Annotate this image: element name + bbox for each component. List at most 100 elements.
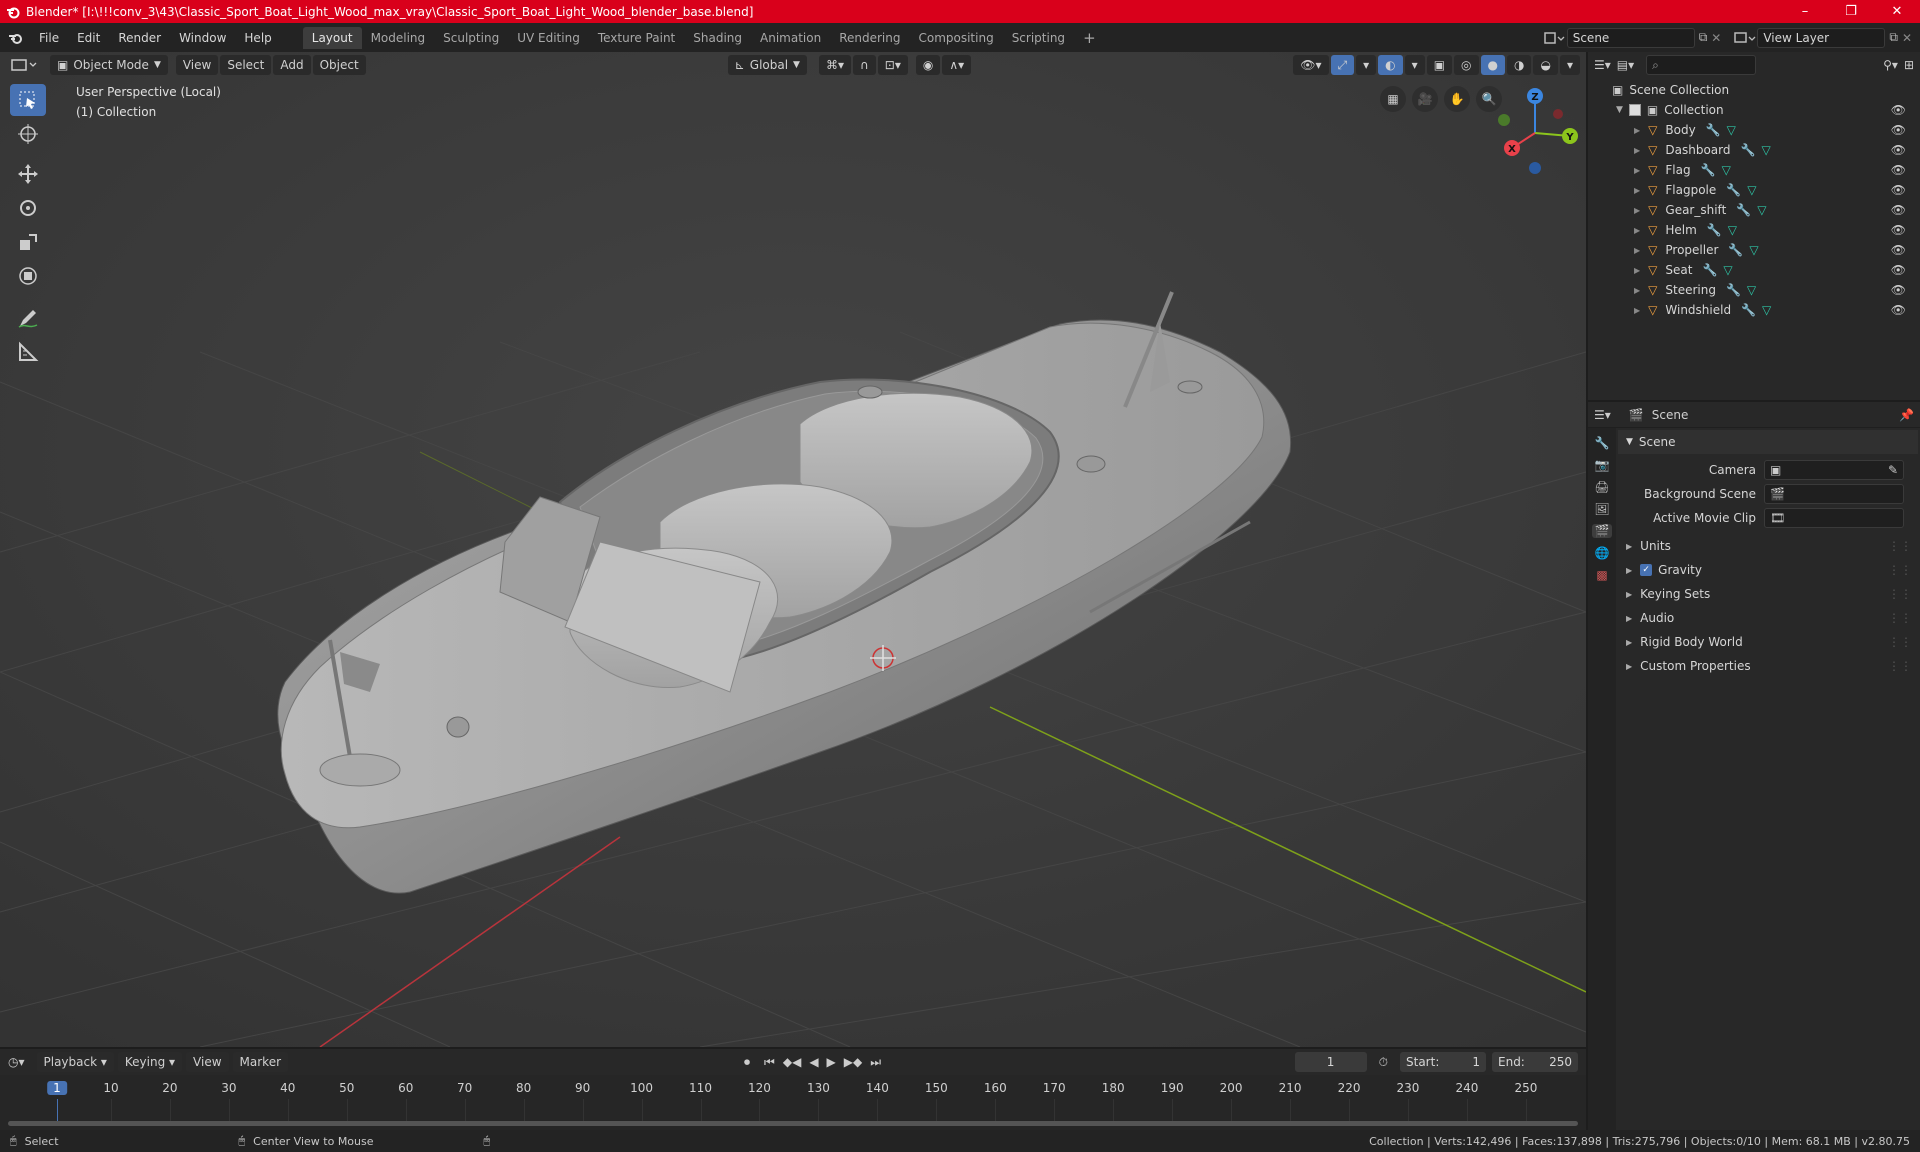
mesh-data-icon[interactable]: ▽ xyxy=(1761,143,1770,157)
measure-tool[interactable] xyxy=(10,336,46,368)
outliner-row-object[interactable]: ▶ ▽ Flag 🔧 ▽ 👁 xyxy=(1588,160,1920,180)
tab-texture-paint[interactable]: Texture Paint xyxy=(589,27,684,49)
play-icon[interactable]: ▶ xyxy=(827,1055,836,1069)
duplicate-scene-icon[interactable]: ⧉ xyxy=(1699,30,1708,45)
subpanel-header[interactable]: ▶ Rigid Body World ⋮⋮ xyxy=(1618,630,1918,654)
add-workspace-button[interactable]: + xyxy=(1074,27,1105,49)
preview-range-icon[interactable]: ⏱ xyxy=(1379,1055,1388,1070)
modifier-icon[interactable]: 🔧 xyxy=(1741,303,1756,317)
3d-viewport[interactable]: ▣ Object Mode ▼ View Select Add Object ⊾… xyxy=(0,52,1586,1047)
property-field[interactable]: 🎞 xyxy=(1764,508,1904,528)
navigation-gizmo[interactable]: Z Y X xyxy=(1490,88,1580,178)
tab-scripting[interactable]: Scripting xyxy=(1003,27,1074,49)
eye-icon[interactable]: 👁 xyxy=(1891,263,1906,277)
record-icon[interactable]: ⏺ xyxy=(744,1055,750,1070)
rotate-tool[interactable] xyxy=(10,192,46,224)
delete-scene-icon[interactable]: ✕ xyxy=(1711,31,1721,45)
overlay-toggle-icon[interactable]: ◐ xyxy=(1378,55,1403,75)
current-frame-field[interactable]: 1 xyxy=(1294,1052,1367,1072)
drag-handle-icon[interactable]: ⋮⋮ xyxy=(1888,587,1918,601)
eye-icon[interactable]: 👁 xyxy=(1891,103,1906,117)
timeline-menu-view[interactable]: View xyxy=(186,1052,229,1072)
menu-edit[interactable]: Edit xyxy=(68,27,109,49)
timeline-editor-type-icon[interactable]: ◷▾ xyxy=(8,1055,25,1069)
maximize-button[interactable]: ❐ xyxy=(1828,0,1874,23)
tool-tab-icon[interactable]: 🔧 xyxy=(1595,436,1610,450)
xray-icon[interactable]: ▣ xyxy=(1426,55,1453,75)
material-shading-icon[interactable]: ◑ xyxy=(1507,55,1532,75)
gizmo-dropdown-icon[interactable]: ▾ xyxy=(1356,55,1377,75)
modifier-icon[interactable]: 🔧 xyxy=(1726,183,1741,197)
subpanel-header[interactable]: ▶ Units ⋮⋮ xyxy=(1618,534,1918,558)
viewport-menu-view[interactable]: View xyxy=(175,55,219,75)
pivot-point-icon[interactable]: ⌘▾ xyxy=(818,55,851,75)
mesh-data-icon[interactable]: ▽ xyxy=(1722,163,1731,177)
property-field[interactable]: 🎬 xyxy=(1764,484,1904,504)
play-reverse-icon[interactable]: ◀ xyxy=(809,1055,818,1069)
mesh-data-icon[interactable]: ▽ xyxy=(1757,203,1766,217)
view-layer-icon[interactable] xyxy=(1731,29,1757,47)
expand-arrow-icon[interactable]: ▶ xyxy=(1634,206,1640,215)
expand-arrow-icon[interactable]: ▶ xyxy=(1634,306,1640,315)
snap-icon[interactable]: ∩ xyxy=(853,55,876,75)
visibility-icon[interactable]: 👁▾ xyxy=(1293,55,1329,75)
modifier-icon[interactable]: 🔧 xyxy=(1701,163,1716,177)
pin-icon[interactable]: 📌 xyxy=(1899,408,1914,422)
rendered-shading-icon[interactable]: ◒ xyxy=(1533,55,1558,75)
editor-type-icon[interactable] xyxy=(8,55,42,75)
outliner-editor-type-icon[interactable]: ☰▾ xyxy=(1594,58,1611,72)
drag-handle-icon[interactable]: ⋮⋮ xyxy=(1888,611,1918,625)
outliner[interactable]: ☰▾ ▤▾ ⌕ ⚲▾ ⊞ ▣ Scene Collection ▼ ▣ Coll… xyxy=(1588,52,1920,400)
modifier-icon[interactable]: 🔧 xyxy=(1706,123,1721,137)
expand-arrow-icon[interactable]: ▶ xyxy=(1634,126,1640,135)
transform-tool[interactable] xyxy=(10,260,46,292)
tab-uv-editing[interactable]: UV Editing xyxy=(508,27,589,49)
move-tool[interactable] xyxy=(10,158,46,190)
prev-keyframe-icon[interactable]: ◆◀ xyxy=(783,1055,801,1069)
minimize-button[interactable]: – xyxy=(1782,0,1828,23)
cursor-tool[interactable] xyxy=(10,118,46,150)
scene-panel-header[interactable]: ▼ Scene xyxy=(1618,430,1918,454)
drag-handle-icon[interactable]: ⋮⋮ xyxy=(1888,659,1918,673)
outliner-row-object[interactable]: ▶ ▽ Seat 🔧 ▽ 👁 xyxy=(1588,260,1920,280)
select-box-tool[interactable] xyxy=(10,84,46,116)
gravity-checkbox[interactable]: ✓ xyxy=(1640,564,1653,576)
camera-view-icon[interactable]: 🎥 xyxy=(1412,86,1438,112)
shading-dropdown-icon[interactable]: ▾ xyxy=(1559,55,1580,75)
tab-layout[interactable]: Layout xyxy=(302,26,362,49)
expand-arrow-icon[interactable]: ▼ xyxy=(1616,105,1623,115)
display-mode-icon[interactable]: ▤▾ xyxy=(1617,58,1634,72)
eye-icon[interactable]: 👁 xyxy=(1891,243,1906,257)
view-layer-field[interactable]: View Layer xyxy=(1757,27,1886,48)
subpanel-header[interactable]: ▶ Audio ⋮⋮ xyxy=(1618,606,1918,630)
timeline-menu-keying[interactable]: Keying ▾ xyxy=(117,1052,183,1072)
viewport-menu-add[interactable]: Add xyxy=(273,55,311,75)
menu-help[interactable]: Help xyxy=(235,27,280,49)
expand-arrow-icon[interactable]: ▶ xyxy=(1634,266,1640,275)
start-frame-field[interactable]: Start: 1 xyxy=(1400,1052,1486,1072)
falloff-icon[interactable]: ∧▾ xyxy=(942,55,972,75)
eye-icon[interactable]: 👁 xyxy=(1891,163,1906,177)
scene-icon[interactable] xyxy=(1541,29,1567,47)
jump-end-icon[interactable]: ⏭ xyxy=(870,1055,881,1070)
render-tab-icon[interactable]: 📷 xyxy=(1595,458,1610,472)
drag-handle-icon[interactable]: ⋮⋮ xyxy=(1888,539,1918,553)
toggle-ortho-icon[interactable]: ▦ xyxy=(1380,86,1406,112)
expand-arrow-icon[interactable]: ▶ xyxy=(1634,186,1640,195)
menu-window[interactable]: Window xyxy=(170,27,235,49)
modifier-icon[interactable]: 🔧 xyxy=(1707,223,1722,237)
properties-editor[interactable]: ☰▾ 🎬 Scene 📌 🔧 📷 🖨 🖼 🎬 🌐 ▩ ▼ Scene Camer… xyxy=(1588,402,1920,1130)
scene-field[interactable]: Scene xyxy=(1566,27,1695,48)
viewport-menu-select[interactable]: Select xyxy=(220,55,272,75)
tab-modeling[interactable]: Modeling xyxy=(362,27,435,49)
eye-icon[interactable]: 👁 xyxy=(1891,303,1906,317)
outliner-search-input[interactable]: ⌕ xyxy=(1646,55,1757,75)
modifier-icon[interactable]: 🔧 xyxy=(1728,243,1743,257)
modifier-icon[interactable]: 🔧 xyxy=(1741,143,1756,157)
outliner-row-object[interactable]: ▶ ▽ Body 🔧 ▽ 👁 xyxy=(1588,120,1920,140)
modifier-icon[interactable]: 🔧 xyxy=(1736,203,1751,217)
timeline-scrollbar[interactable] xyxy=(8,1121,1578,1126)
annotate-tool[interactable] xyxy=(10,302,46,334)
outliner-row-object[interactable]: ▶ ▽ Windshield 🔧 ▽ 👁 xyxy=(1588,300,1920,320)
overlay-dropdown-icon[interactable]: ▾ xyxy=(1404,55,1425,75)
